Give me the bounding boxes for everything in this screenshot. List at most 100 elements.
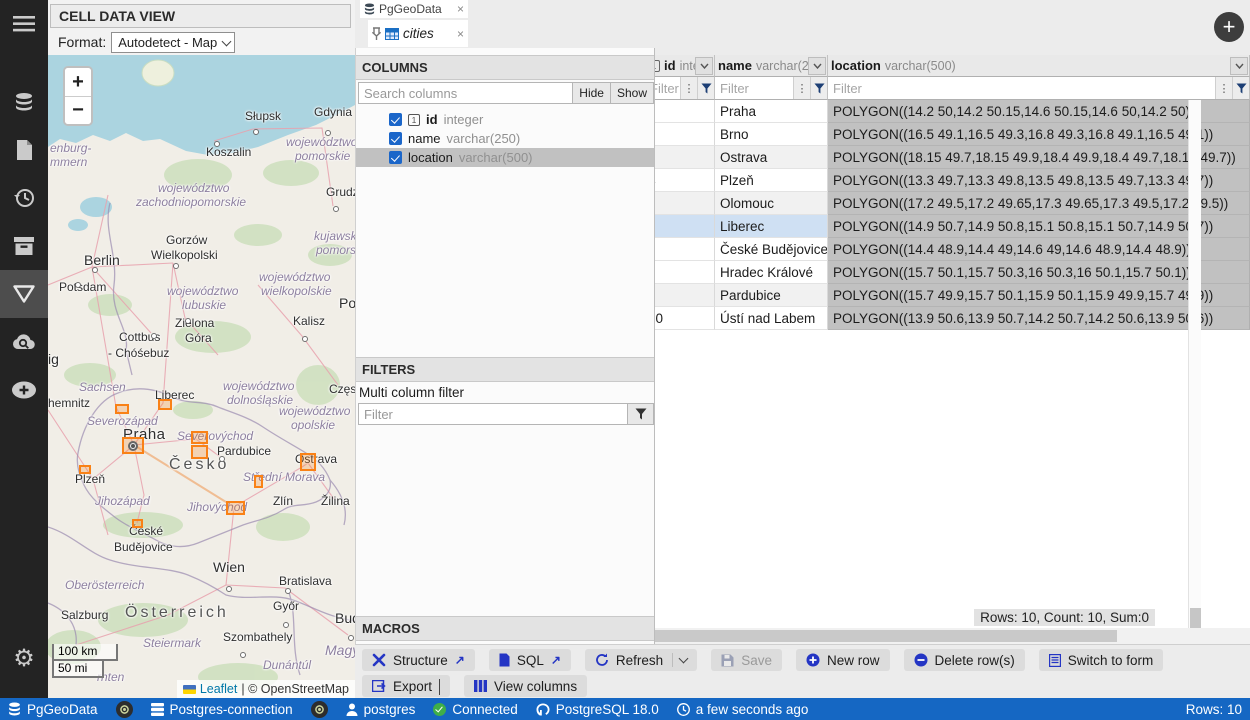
close-icon[interactable]: × <box>457 27 464 41</box>
cell-name[interactable]: Praha <box>715 100 828 123</box>
column-menu-button[interactable] <box>695 57 713 75</box>
switch-to-form-button[interactable]: Switch to form <box>1039 649 1164 671</box>
delete-row-s--button[interactable]: Delete row(s) <box>904 649 1025 671</box>
cell-location[interactable]: POLYGON((13.3 49.7,13.3 49.8,13.5 49.8,1… <box>828 169 1250 192</box>
filter-input[interactable]: Filter <box>715 77 793 99</box>
cell-name[interactable]: Ostrava <box>715 146 828 169</box>
filter-options-button[interactable]: ⋮ <box>1215 77 1232 99</box>
refresh-button[interactable]: Refresh <box>585 649 697 671</box>
filters-section-header[interactable]: FILTERS <box>356 357 654 382</box>
column-item-name[interactable]: namevarchar(250) <box>356 129 654 148</box>
statusbar-item-connected[interactable]: Connected <box>433 702 517 717</box>
cell-location[interactable]: POLYGON((14.4 48.9,14.4 49,14.6 49,14.6 … <box>828 238 1250 261</box>
sidebar-item-history[interactable] <box>0 174 48 222</box>
sql-button[interactable]: SQL↗ <box>489 649 571 671</box>
cell-location[interactable]: POLYGON((14.2 50,14.2 50.15,14.6 50.15,1… <box>828 100 1250 123</box>
filter-apply-button[interactable] <box>628 403 654 425</box>
cell-location[interactable]: POLYGON((14.9 50.7,14.9 50.8,15.1 50.8,1… <box>828 215 1250 238</box>
close-icon[interactable]: × <box>457 2 464 16</box>
sidebar-item-archive[interactable] <box>0 222 48 270</box>
save-button[interactable]: Save <box>711 649 782 671</box>
polygon-marker-usti[interactable] <box>115 404 129 414</box>
checkbox-checked[interactable] <box>389 113 402 126</box>
cell-name[interactable]: Ústí nad Labem <box>715 307 828 330</box>
menu-button[interactable] <box>0 0 48 48</box>
cell-id[interactable]: 6 <box>645 215 715 238</box>
zoom-out-button[interactable]: − <box>65 96 91 124</box>
structure-button[interactable]: Structure↗ <box>362 649 475 671</box>
sidebar-item-cell-data-view[interactable] <box>0 270 48 318</box>
statusbar-item-a-few-seconds-ago[interactable]: a few seconds ago <box>677 702 809 717</box>
cell-id[interactable]: 5 <box>645 192 715 215</box>
cell-id[interactable]: 9 <box>645 284 715 307</box>
checkbox-checked[interactable] <box>389 132 402 145</box>
column-item-id[interactable]: 1idinteger <box>356 110 654 129</box>
cell-location[interactable]: POLYGON((15.7 49.9,15.7 50.1,15.9 50.1,1… <box>828 284 1250 307</box>
statusbar-item-postgresql-18-0[interactable]: PostgreSQL 18.0 <box>536 702 659 717</box>
sidebar-item-add-connection[interactable] <box>0 366 48 414</box>
polygon-marker-ceske-budejovice[interactable] <box>132 519 143 528</box>
polygon-marker-ostrava[interactable] <box>300 453 316 471</box>
column-item-location[interactable]: locationvarchar(500) <box>356 148 654 167</box>
dropdown-chevron[interactable] <box>439 679 440 694</box>
view-columns-button[interactable]: View columns <box>464 675 587 697</box>
horizontal-scrollbar[interactable] <box>645 628 1250 644</box>
funnel-button[interactable] <box>697 77 714 99</box>
cell-name[interactable]: Plzeň <box>715 169 828 192</box>
filter-input[interactable]: Filter <box>828 77 1209 99</box>
leaflet-map[interactable]: SłupskGdyniaKoszalinenburg-mmernwojewódz… <box>48 55 355 698</box>
table-row[interactable]: 4PlzeňPOLYGON((13.3 49.7,13.3 49.8,13.5 … <box>645 169 1250 192</box>
settings-button[interactable]: ⚙ <box>0 635 48 683</box>
polygon-marker-pardubice[interactable] <box>191 445 208 459</box>
hide-button[interactable]: Hide <box>573 82 611 104</box>
multi-column-filter-input[interactable]: Filter <box>358 403 628 425</box>
table-row[interactable]: 3OstravaPOLYGON((18.15 49.7,18.15 49.9,1… <box>645 146 1250 169</box>
tab-pggeodata[interactable]: PgGeoData × <box>360 0 468 18</box>
cell-location[interactable]: POLYGON((16.5 49.1,16.5 49.3,16.8 49.3,1… <box>828 123 1250 146</box>
column-filter-id[interactable]: Filter⋮ <box>645 77 715 100</box>
cell-location[interactable]: POLYGON((15.7 50.1,15.7 50.3,16 50.3,16 … <box>828 261 1250 284</box>
table-row[interactable]: 7České BudějovicePOLYGON((14.4 48.9,14.4… <box>645 238 1250 261</box>
cell-id[interactable]: 7 <box>645 238 715 261</box>
export-button[interactable]: Export <box>362 675 450 697</box>
cell-location[interactable]: POLYGON((18.15 49.7,18.15 49.9,18.4 49.9… <box>828 146 1250 169</box>
cell-name[interactable]: Liberec <box>715 215 828 238</box>
filter-options-button[interactable]: ⋮ <box>793 77 810 99</box>
cell-location[interactable]: POLYGON((17.2 49.5,17.2 49.65,17.3 49.65… <box>828 192 1250 215</box>
table-row[interactable]: 10Ústí nad LabemPOLYGON((13.9 50.6,13.9 … <box>645 307 1250 330</box>
format-select[interactable]: Autodetect - Map <box>111 32 235 53</box>
cell-id[interactable]: 8 <box>645 261 715 284</box>
checkbox-checked[interactable] <box>389 151 402 164</box>
column-filter-name[interactable]: Filter⋮ <box>715 77 828 100</box>
table-row[interactable]: 2BrnoPOLYGON((16.5 49.1,16.5 49.3,16.8 4… <box>645 123 1250 146</box>
table-row[interactable]: 1PrahaPOLYGON((14.2 50,14.2 50.15,14.6 5… <box>645 100 1250 123</box>
cell-id[interactable]: 2 <box>645 123 715 146</box>
search-columns-input[interactable]: Search columns <box>358 82 573 104</box>
macros-section-header[interactable]: MACROS <box>356 616 654 641</box>
column-filter-location[interactable]: Filter ⋮ <box>828 77 1250 100</box>
cell-name[interactable]: Olomouc <box>715 192 828 215</box>
table-row[interactable]: 8Hradec KrálovéPOLYGON((15.7 50.1,15.7 5… <box>645 261 1250 284</box>
tab-cities[interactable]: cities × <box>368 20 468 47</box>
new-row-button[interactable]: New row <box>796 649 890 671</box>
statusbar-item-postgres[interactable]: postgres <box>346 702 416 717</box>
cell-id[interactable]: 10 <box>645 307 715 330</box>
vertical-scrollbar[interactable] <box>1188 100 1201 628</box>
statusbar-item-badge[interactable] <box>311 701 328 718</box>
zoom-in-button[interactable]: + <box>65 68 91 96</box>
sidebar-item-database[interactable] <box>0 78 48 126</box>
sidebar-item-files[interactable] <box>0 126 48 174</box>
column-menu-button[interactable] <box>808 57 826 75</box>
polygon-marker-brno[interactable] <box>226 501 245 515</box>
cell-location[interactable]: POLYGON((13.9 50.6,13.9 50.7,14.2 50.7,1… <box>828 307 1250 330</box>
table-row[interactable]: 9PardubicePOLYGON((15.7 49.9,15.7 50.1,1… <box>645 284 1250 307</box>
cell-name[interactable]: České Budějovice <box>715 238 828 261</box>
cell-id[interactable]: 4 <box>645 169 715 192</box>
cell-id[interactable]: 3 <box>645 146 715 169</box>
funnel-button[interactable] <box>1232 77 1249 99</box>
statusbar-item-postgres-connection[interactable]: Postgres-connection <box>151 702 293 717</box>
cell-name[interactable]: Hradec Králové <box>715 261 828 284</box>
polygon-marker-olomouc[interactable] <box>254 475 263 488</box>
cell-name[interactable]: Pardubice <box>715 284 828 307</box>
leaflet-link[interactable]: Leaflet <box>200 682 238 696</box>
